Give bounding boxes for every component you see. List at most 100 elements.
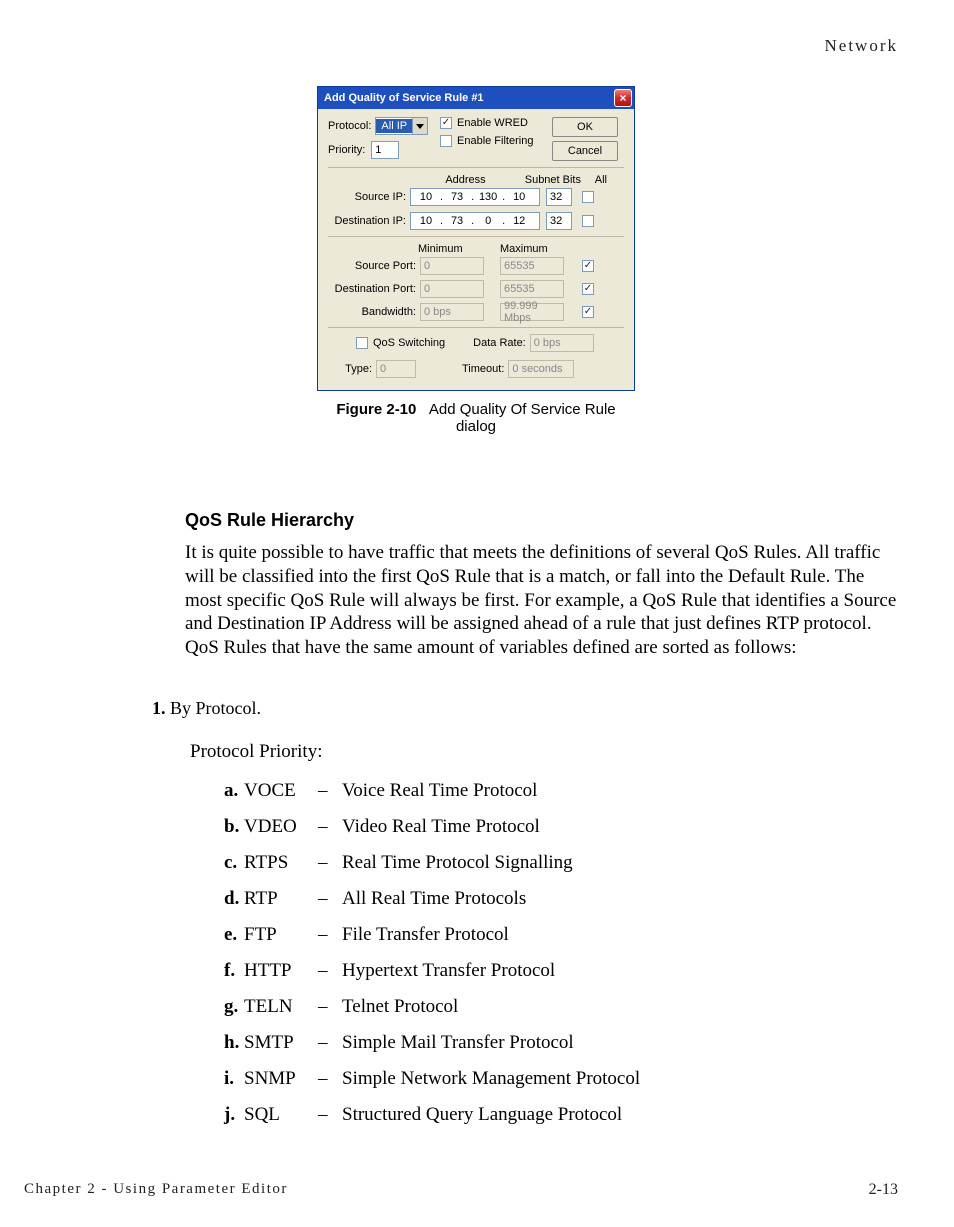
enable-wred-label: Enable WRED	[457, 117, 528, 129]
priority-input[interactable]: 1	[371, 141, 399, 159]
list-acronym: VOCE	[244, 780, 318, 802]
enable-filtering-label: Enable Filtering	[457, 135, 533, 147]
list-desc: Video Real Time Protocol	[342, 816, 540, 838]
list-acronym: SMTP	[244, 1032, 318, 1054]
dest-ip-label: Destination IP:	[328, 215, 406, 227]
list-dash: –	[318, 1032, 342, 1054]
dest-ip-all-checkbox[interactable]	[582, 215, 594, 227]
list-acronym: FTP	[244, 924, 318, 946]
protocol-label: Protocol:	[328, 120, 371, 132]
enable-filtering-checkbox[interactable]	[440, 135, 452, 147]
list-acronym: HTTP	[244, 960, 318, 982]
protocol-list-item: h.SMTP–Simple Mail Transfer Protocol	[224, 1032, 640, 1054]
list-desc: Structured Query Language Protocol	[342, 1104, 622, 1126]
list-acronym: SNMP	[244, 1068, 318, 1090]
protocol-list-item: g.TELN–Telnet Protocol	[224, 996, 640, 1018]
dst-ip-o3: 0	[476, 215, 500, 227]
protocol-list-item: i.SNMP–Simple Network Management Protoco…	[224, 1068, 640, 1090]
dest-port-max[interactable]: 65535	[500, 280, 564, 298]
dialog-title: Add Quality of Service Rule #1	[324, 92, 484, 104]
list-desc: All Real Time Protocols	[342, 888, 526, 910]
titlebar: Add Quality of Service Rule #1 ×	[318, 87, 634, 109]
list-letter: i.	[224, 1068, 244, 1090]
footer-page: 2-13	[869, 1181, 898, 1199]
list-letter: h.	[224, 1032, 244, 1054]
protocol-value: All IP	[376, 119, 412, 133]
dest-port-min[interactable]: 0	[420, 280, 484, 298]
list-letter: g.	[224, 996, 244, 1018]
maximum-header: Maximum	[500, 243, 566, 255]
figure-caption-text: Add Quality Of Service Rule dialog	[429, 401, 616, 435]
source-port-all-checkbox[interactable]	[582, 260, 594, 272]
priority-label: Priority:	[328, 144, 365, 156]
list-dash: –	[318, 852, 342, 874]
close-icon: ×	[619, 92, 626, 104]
protocol-list: a.VOCE–Voice Real Time Protocolb.VDEO–Vi…	[224, 780, 640, 1140]
list-letter: c.	[224, 852, 244, 874]
type-input[interactable]: 0	[376, 360, 416, 378]
data-rate-label: Data Rate:	[473, 337, 526, 349]
dialog-screenshot: Add Quality of Service Rule #1 × Protoco…	[317, 86, 635, 435]
list-desc: Telnet Protocol	[342, 996, 458, 1018]
src-ip-o3: 130	[476, 191, 500, 203]
source-ip-all-checkbox[interactable]	[582, 191, 594, 203]
list-desc: File Transfer Protocol	[342, 924, 509, 946]
protocol-list-item: f.HTTP–Hypertext Transfer Protocol	[224, 960, 640, 982]
list-acronym: RTP	[244, 888, 318, 910]
dest-port-label: Destination Port:	[328, 283, 416, 295]
data-rate-input[interactable]: 0 bps	[530, 334, 594, 352]
protocol-list-item: b.VDEO–Video Real Time Protocol	[224, 816, 640, 838]
dest-ip-input[interactable]: 10. 73. 0. 12	[410, 212, 540, 230]
list-dash: –	[318, 1104, 342, 1126]
protocol-list-item: d.RTP–All Real Time Protocols	[224, 888, 640, 910]
source-ip-input[interactable]: 10. 73. 130. 10	[410, 188, 540, 206]
figure-caption: Figure 2-10 Add Quality Of Service Rule …	[317, 401, 635, 435]
dest-port-all-checkbox[interactable]	[582, 283, 594, 295]
list-letter: j.	[224, 1104, 244, 1126]
list-dash: –	[318, 960, 342, 982]
section-heading: QoS Rule Hierarchy	[185, 510, 897, 531]
enable-wred-checkbox[interactable]	[440, 117, 452, 129]
subnet-bits-header: Subnet Bits	[523, 174, 581, 186]
list-item-1-number: 1.	[152, 698, 166, 718]
source-ip-bits[interactable]: 32	[546, 188, 572, 206]
cancel-button[interactable]: Cancel	[552, 141, 618, 161]
list-letter: e.	[224, 924, 244, 946]
protocol-select[interactable]: All IP	[375, 117, 428, 135]
list-letter: a.	[224, 780, 244, 802]
list-item-1: 1. By Protocol.	[152, 698, 261, 719]
bandwidth-max[interactable]: 99.999 Mbps	[500, 303, 564, 321]
list-desc: Real Time Protocol Signalling	[342, 852, 573, 874]
list-desc: Simple Network Management Protocol	[342, 1068, 640, 1090]
timeout-input[interactable]: 0 seconds	[508, 360, 574, 378]
list-dash: –	[318, 816, 342, 838]
address-header: Address	[408, 174, 523, 186]
protocol-list-item: j.SQL–Structured Query Language Protocol	[224, 1104, 640, 1126]
bandwidth-min[interactable]: 0 bps	[420, 303, 484, 321]
page-footer: Chapter 2 - Using Parameter Editor 2-13	[24, 1181, 898, 1199]
list-dash: –	[318, 780, 342, 802]
src-ip-o1: 10	[414, 191, 438, 203]
list-item-1-text: By Protocol.	[170, 698, 261, 718]
type-label: Type:	[328, 363, 372, 375]
qos-switching-checkbox[interactable]	[356, 337, 368, 349]
source-port-max[interactable]: 65535	[500, 257, 564, 275]
bandwidth-label: Bandwidth:	[328, 306, 416, 318]
src-ip-o4: 10	[507, 191, 531, 203]
list-desc: Simple Mail Transfer Protocol	[342, 1032, 574, 1054]
qos-dialog: Add Quality of Service Rule #1 × Protoco…	[317, 86, 635, 391]
protocol-list-item: a.VOCE–Voice Real Time Protocol	[224, 780, 640, 802]
list-dash: –	[318, 996, 342, 1018]
footer-chapter: Chapter 2 - Using Parameter Editor	[24, 1181, 288, 1199]
list-desc: Voice Real Time Protocol	[342, 780, 537, 802]
bandwidth-all-checkbox[interactable]	[582, 306, 594, 318]
source-port-min[interactable]: 0	[420, 257, 484, 275]
list-acronym: SQL	[244, 1104, 318, 1126]
src-ip-o2: 73	[445, 191, 469, 203]
timeout-label: Timeout:	[462, 363, 504, 375]
dest-ip-bits[interactable]: 32	[546, 212, 572, 230]
source-ip-label: Source IP:	[328, 191, 406, 203]
ok-button[interactable]: OK	[552, 117, 618, 137]
close-button[interactable]: ×	[614, 89, 632, 107]
list-acronym: RTPS	[244, 852, 318, 874]
